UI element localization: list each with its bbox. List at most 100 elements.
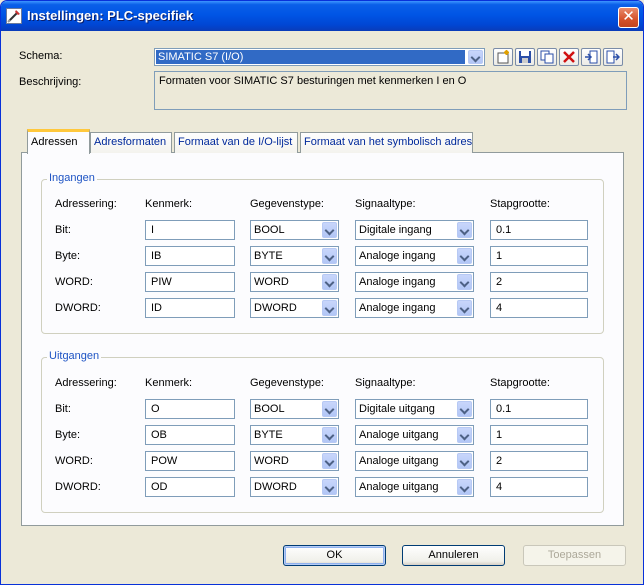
col-signaltype-out: Signaaltype:: [355, 377, 416, 389]
chevron-down-icon[interactable]: [457, 453, 472, 469]
select-value: Digitale uitgang: [359, 403, 435, 415]
chevron-down-icon[interactable]: [457, 222, 472, 238]
input-dword-datatype[interactable]: DWORD: [250, 298, 339, 318]
output-word-step[interactable]: 2: [490, 451, 588, 471]
col-tag: Kenmerk:: [145, 198, 193, 210]
tab-symbolic-address-format[interactable]: Formaat van het symbolisch adres: [300, 132, 473, 153]
col-datatype: Gegevenstype:: [250, 198, 324, 210]
output-bit-datatype[interactable]: BOOL: [250, 399, 339, 419]
cancel-button[interactable]: Annuleren: [402, 545, 505, 566]
schema-value: SIMATIC S7 (I/O): [156, 50, 465, 64]
chevron-down-icon[interactable]: [322, 479, 337, 495]
tab-panel-adressen: Ingangen Uitgangen Adressering: Kenmerk:…: [21, 152, 624, 526]
import-button[interactable]: [581, 48, 601, 66]
delete-icon: [563, 51, 575, 63]
select-value: DWORD: [254, 481, 297, 493]
schema-select[interactable]: SIMATIC S7 (I/O): [154, 48, 485, 66]
export-button[interactable]: [603, 48, 623, 66]
chevron-down-icon[interactable]: [457, 274, 472, 290]
select-value: Analoge uitgang: [359, 481, 439, 493]
inputs-group-title: Ingangen: [47, 172, 97, 184]
output-dword-label: DWORD:: [55, 481, 101, 493]
input-bit-datatype[interactable]: BOOL: [250, 220, 339, 240]
settings-dialog: Instellingen: PLC-specifiek ✕ Schema: SI…: [0, 0, 644, 585]
export-icon: [606, 50, 620, 64]
save-icon: [519, 51, 531, 63]
input-dword-tag[interactable]: ID: [145, 298, 235, 318]
save-button[interactable]: [515, 48, 535, 66]
select-value: Analoge ingang: [359, 276, 436, 288]
output-bit-signaltype[interactable]: Digitale uitgang: [355, 399, 474, 419]
input-byte-signaltype[interactable]: Analoge ingang: [355, 246, 474, 266]
output-bit-step[interactable]: 0.1: [490, 399, 588, 419]
new-scheme-button[interactable]: [493, 48, 513, 66]
chevron-down-icon[interactable]: [322, 274, 337, 290]
select-value: Analoge ingang: [359, 250, 436, 262]
output-dword-step[interactable]: 4: [490, 477, 588, 497]
output-bit-label: Bit:: [55, 403, 71, 415]
output-word-tag[interactable]: POW: [145, 451, 235, 471]
input-word-step[interactable]: 2: [490, 272, 588, 292]
chevron-down-icon[interactable]: [322, 300, 337, 316]
close-button[interactable]: ✕: [618, 7, 639, 28]
input-dword-step[interactable]: 4: [490, 298, 588, 318]
output-byte-datatype[interactable]: BYTE: [250, 425, 339, 445]
select-value: BOOL: [254, 224, 285, 236]
output-dword-signaltype[interactable]: Analoge uitgang: [355, 477, 474, 497]
select-value: Analoge uitgang: [359, 455, 439, 467]
input-byte-label: Byte:: [55, 250, 81, 262]
output-byte-step[interactable]: 1: [490, 425, 588, 445]
input-bit-signaltype[interactable]: Digitale ingang: [355, 220, 474, 240]
chevron-down-icon[interactable]: [457, 248, 472, 264]
chevron-down-icon[interactable]: [322, 427, 337, 443]
tab-adresformaten[interactable]: Adresformaten: [90, 132, 172, 153]
output-word-signaltype[interactable]: Analoge uitgang: [355, 451, 474, 471]
chevron-down-icon[interactable]: [322, 222, 337, 238]
input-byte-step[interactable]: 1: [490, 246, 588, 266]
output-dword-datatype[interactable]: DWORD: [250, 477, 339, 497]
input-word-label: WORD:: [55, 276, 93, 288]
input-dword-signaltype[interactable]: Analoge ingang: [355, 298, 474, 318]
tab-io-list-format[interactable]: Formaat van de I/O-lijst: [174, 132, 298, 153]
app-icon: [6, 8, 22, 24]
input-word-signaltype[interactable]: Analoge ingang: [355, 272, 474, 292]
col-stepsize: Stapgrootte:: [490, 198, 550, 210]
output-word-datatype[interactable]: WORD: [250, 451, 339, 471]
chevron-down-icon[interactable]: [322, 453, 337, 469]
ok-button[interactable]: OK: [283, 545, 386, 566]
chevron-down-icon[interactable]: [322, 248, 337, 264]
delete-button[interactable]: [559, 48, 579, 66]
chevron-down-icon[interactable]: [457, 427, 472, 443]
apply-button[interactable]: Toepassen: [523, 545, 626, 566]
chevron-down-icon[interactable]: [322, 401, 337, 417]
output-byte-signaltype[interactable]: Analoge uitgang: [355, 425, 474, 445]
select-value: Analoge uitgang: [359, 429, 439, 441]
output-dword-tag[interactable]: OD: [145, 477, 235, 497]
output-bit-tag[interactable]: O: [145, 399, 235, 419]
new-scheme-icon: [497, 50, 509, 64]
chevron-down-icon[interactable]: [457, 401, 472, 417]
description-label: Beschrijving:: [19, 76, 82, 88]
chevron-down-icon[interactable]: [457, 300, 472, 316]
output-byte-tag[interactable]: OB: [145, 425, 235, 445]
select-value: Analoge ingang: [359, 302, 436, 314]
input-word-tag[interactable]: PIW: [145, 272, 235, 292]
input-word-datatype[interactable]: WORD: [250, 272, 339, 292]
col-addressing: Adressering:: [55, 198, 117, 210]
col-tag-out: Kenmerk:: [145, 377, 193, 389]
window-title: Instellingen: PLC-specifiek: [27, 8, 194, 23]
select-value: Digitale ingang: [359, 224, 432, 236]
title-bar[interactable]: Instellingen: PLC-specifiek ✕: [1, 1, 643, 31]
chevron-down-icon[interactable]: [468, 50, 483, 64]
copy-button[interactable]: [537, 48, 557, 66]
chevron-down-icon[interactable]: [457, 479, 472, 495]
copy-icon: [540, 50, 554, 64]
input-byte-datatype[interactable]: BYTE: [250, 246, 339, 266]
tab-adressen[interactable]: Adressen: [27, 129, 90, 154]
input-byte-tag[interactable]: IB: [145, 246, 235, 266]
description-field[interactable]: Formaten voor SIMATIC S7 besturingen met…: [154, 71, 627, 110]
input-bit-tag[interactable]: I: [145, 220, 235, 240]
outputs-group-title: Uitgangen: [47, 350, 102, 362]
input-bit-step[interactable]: 0.1: [490, 220, 588, 240]
col-signaltype: Signaaltype:: [355, 198, 416, 210]
